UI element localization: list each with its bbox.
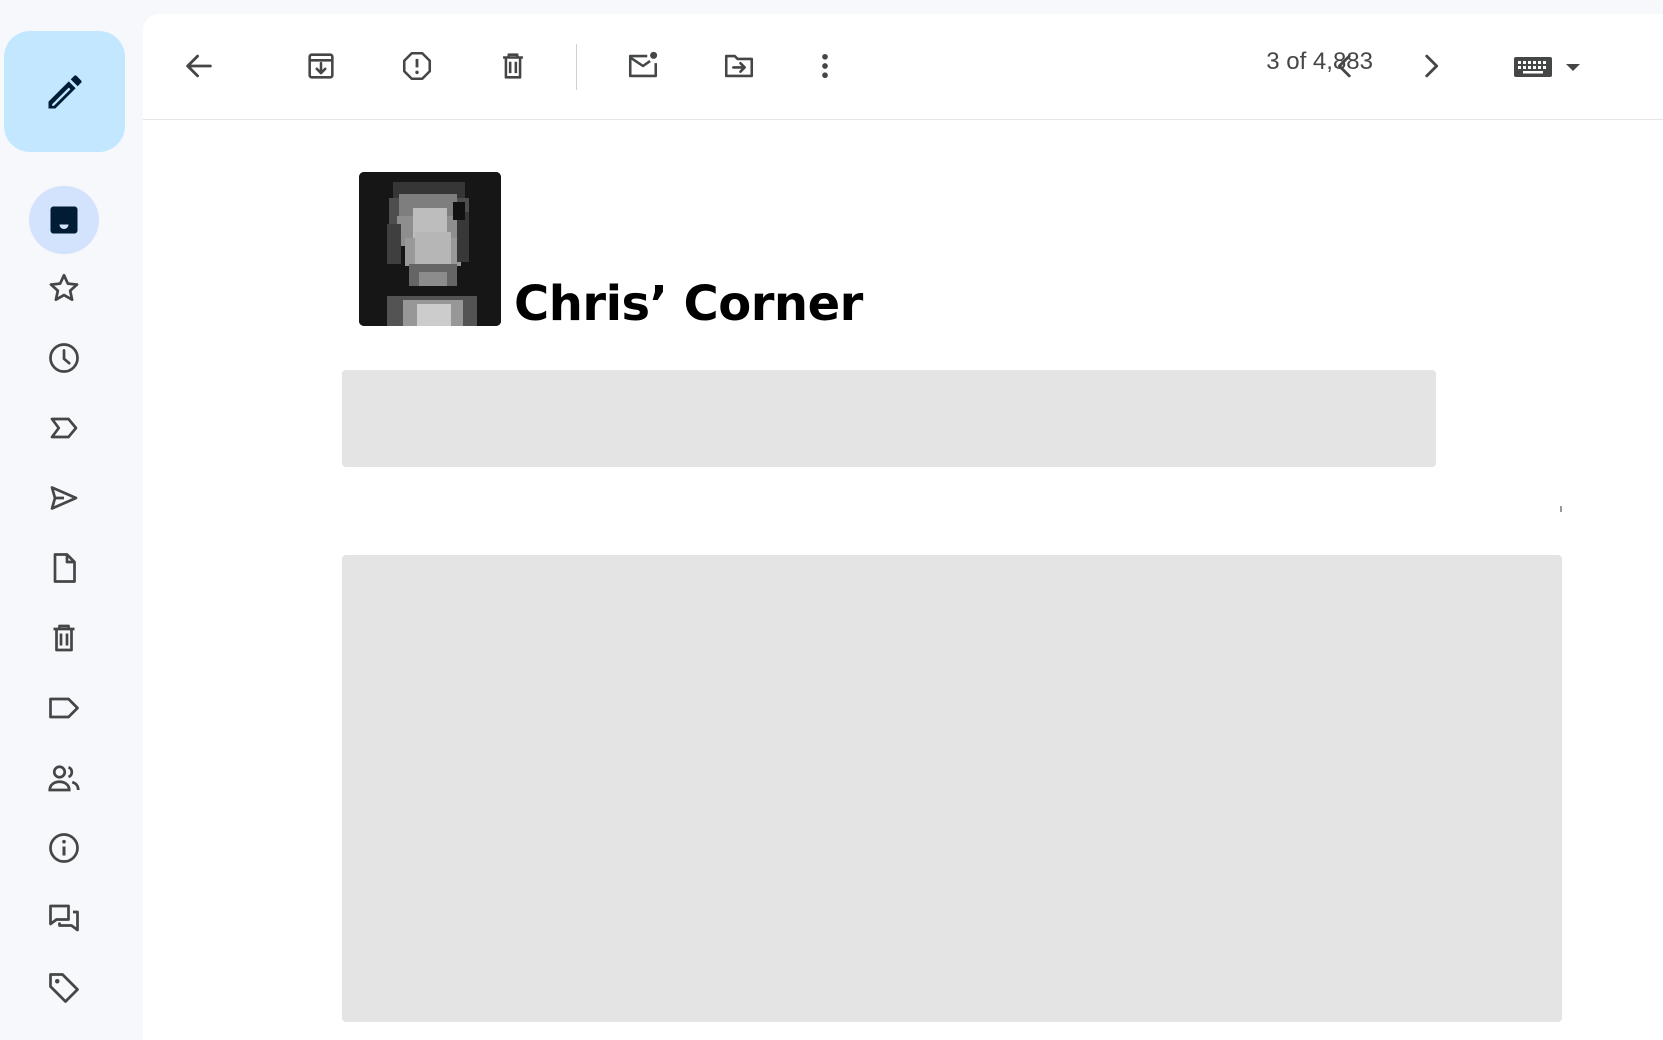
newer-button[interactable]: [1321, 42, 1369, 90]
info-icon: [49, 833, 79, 863]
sidebar-item-drafts[interactable]: [28, 536, 100, 600]
move-to-folder-icon: [724, 54, 754, 78]
sidebar-item-inbox[interactable]: [29, 186, 99, 254]
report-spam-icon: [402, 51, 432, 81]
more-vert-icon: [822, 53, 828, 79]
message-panel: 3 of 4,883 Chris’ Corner: [143, 14, 1663, 1040]
compose-button[interactable]: [4, 31, 125, 152]
inbox-icon: [50, 206, 78, 234]
divider-mark: [1560, 506, 1562, 512]
loading-placeholder-body: [342, 555, 1562, 1022]
loading-placeholder-header: [342, 370, 1436, 467]
people-icon: [48, 765, 80, 792]
sidebar-item-social[interactable]: [28, 746, 100, 810]
archive-button[interactable]: [297, 42, 345, 90]
label-icon: [49, 697, 79, 719]
mark-unread-button[interactable]: [619, 42, 667, 90]
more-actions-button[interactable]: [801, 42, 849, 90]
sidebar-item-updates[interactable]: [28, 816, 100, 880]
sidebar-item-important[interactable]: [28, 396, 100, 460]
sidebar-item-trash[interactable]: [28, 606, 100, 670]
sidebar-item-sent[interactable]: [28, 466, 100, 530]
delete-button[interactable]: [489, 42, 537, 90]
sidebar-item-starred[interactable]: [28, 256, 100, 320]
important-icon: [50, 417, 78, 439]
avatar-image: [359, 172, 501, 326]
report-spam-button[interactable]: [393, 42, 441, 90]
trash-icon: [53, 624, 75, 652]
sidebar-item-snoozed[interactable]: [28, 326, 100, 390]
file-icon: [53, 553, 76, 583]
chevron-left-icon: [1337, 54, 1351, 78]
message-toolbar: 3 of 4,883: [143, 14, 1663, 120]
back-button[interactable]: [175, 42, 223, 90]
star-icon: [49, 273, 79, 302]
dropdown-arrow-icon: [1566, 64, 1580, 71]
forum-icon: [49, 904, 79, 932]
pencil-icon: [48, 74, 82, 108]
mark-unread-icon: [628, 51, 658, 78]
navigation-rail: [0, 0, 143, 1040]
arrow-back-icon: [186, 54, 212, 78]
mail-app: 3 of 4,883 Chris’ Corner: [0, 0, 1663, 1040]
older-button[interactable]: [1407, 42, 1455, 90]
sender-name: Chris’ Corner: [514, 276, 863, 332]
chevron-right-icon: [1425, 54, 1439, 78]
trash-icon: [503, 53, 523, 79]
move-to-button[interactable]: [715, 42, 763, 90]
sidebar-item-labels[interactable]: [28, 676, 100, 740]
clock-icon: [49, 343, 79, 373]
sender-avatar: [359, 172, 501, 326]
send-icon: [50, 486, 78, 510]
sidebar-item-promotions[interactable]: [28, 956, 100, 1020]
toolbar-divider: [576, 44, 577, 90]
keyboard-icon: [1514, 57, 1552, 77]
sidebar-item-forums[interactable]: [28, 886, 100, 950]
tag-icon: [49, 973, 79, 1003]
archive-icon: [308, 53, 334, 79]
input-tools-button[interactable]: [1513, 44, 1633, 90]
